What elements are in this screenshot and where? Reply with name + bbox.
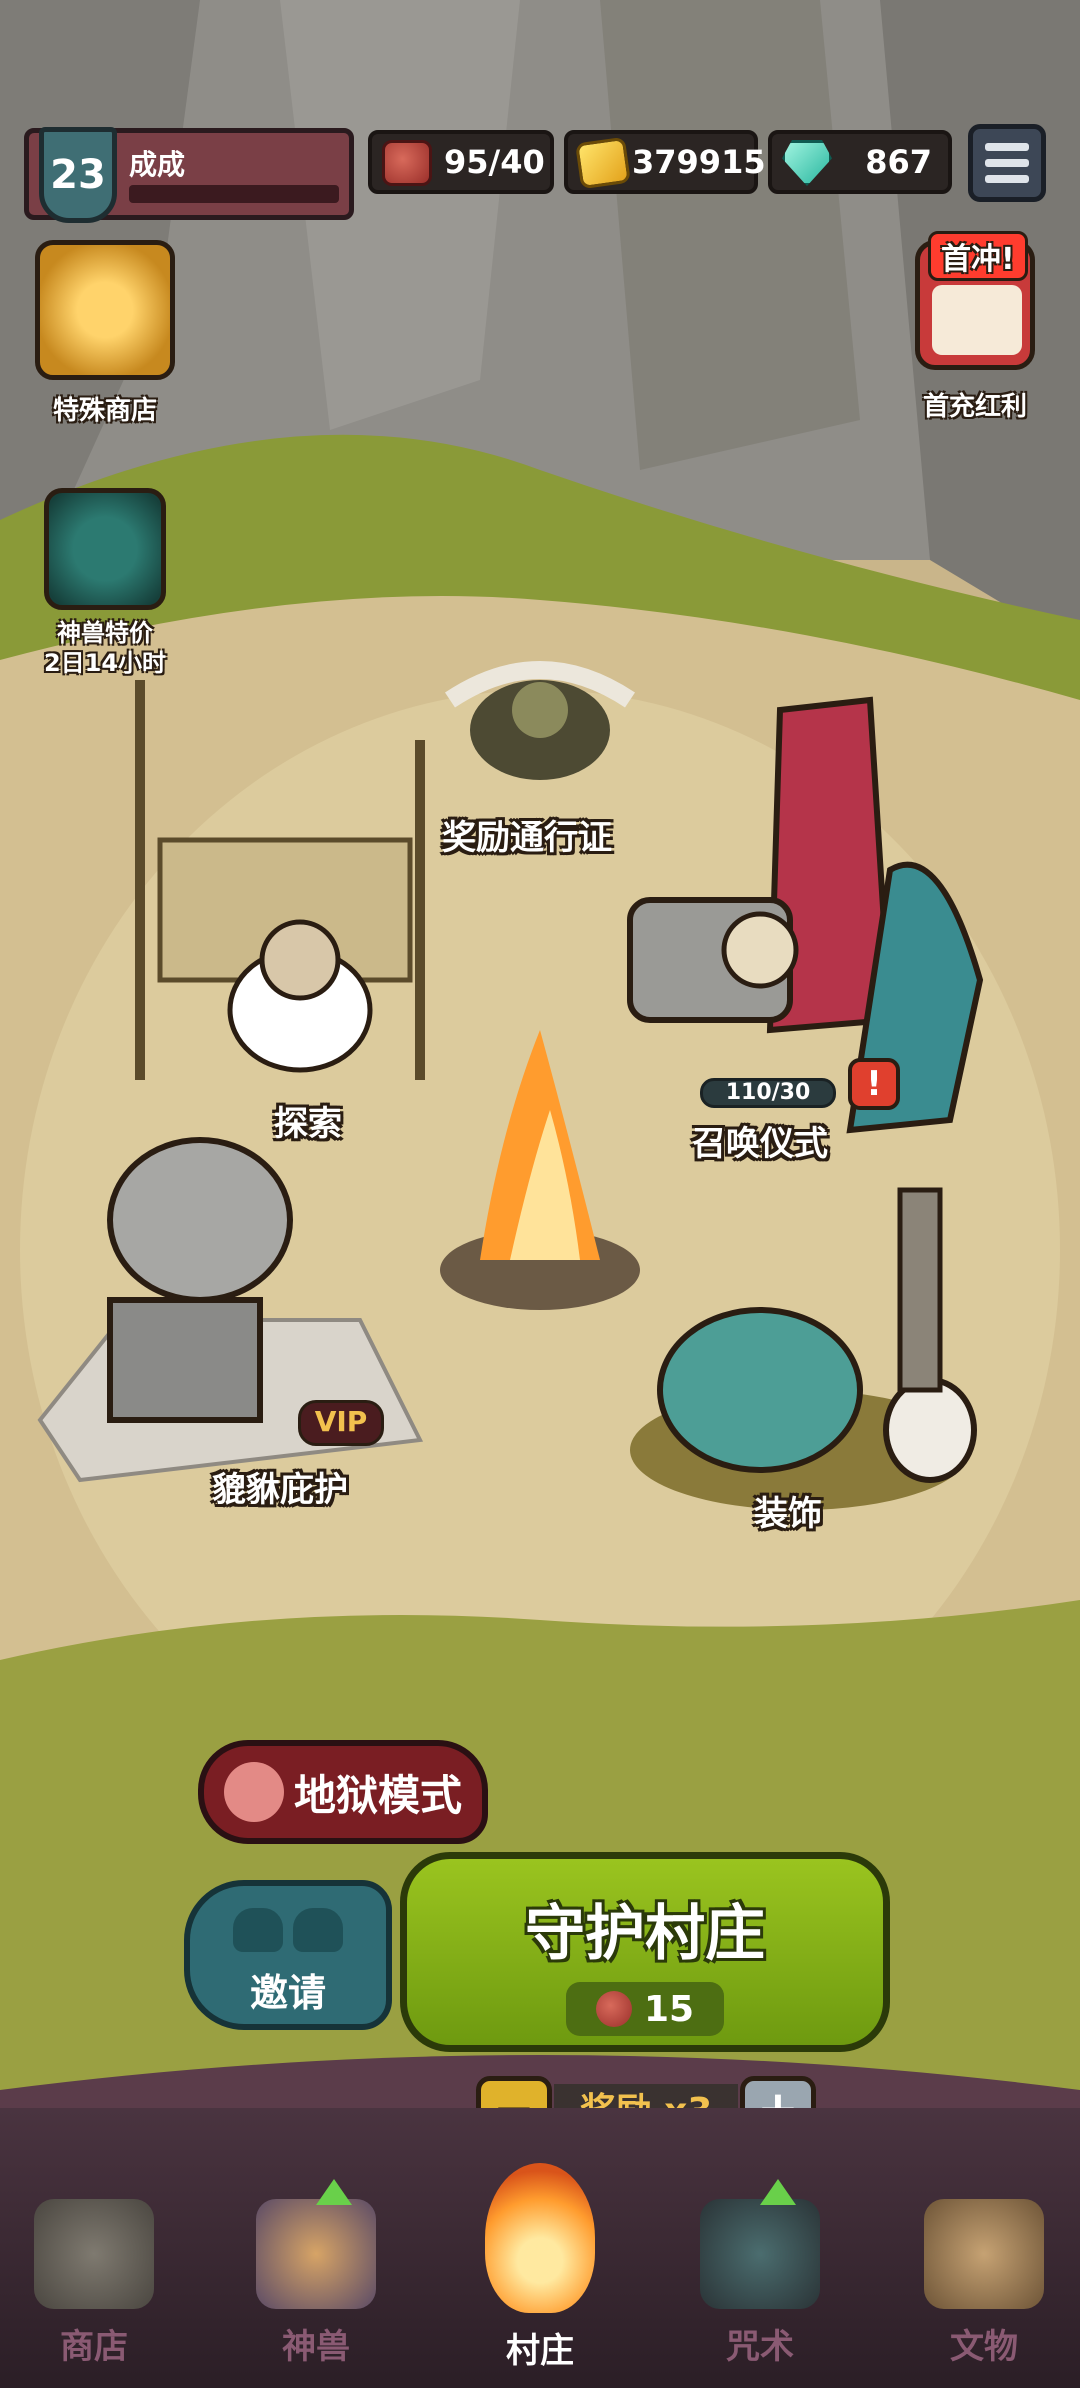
gold-resource[interactable]: 379915 xyxy=(564,130,766,194)
nav-village[interactable]: 村庄 xyxy=(450,2163,630,2372)
defend-label: 守护村庄 xyxy=(525,1899,765,1969)
decor-label[interactable]: 装饰 xyxy=(754,1486,822,1535)
meat-icon xyxy=(382,140,432,186)
scroll-icon xyxy=(924,2199,1044,2309)
player-name: 成成 xyxy=(129,148,186,181)
beast-deal-widget[interactable]: 神兽特价 2日14小时 xyxy=(30,488,180,678)
battle-pass-label[interactable]: 奖励通行证 xyxy=(442,810,612,859)
nav-relic-label: 文物 xyxy=(950,2327,1018,2367)
beast-deal-label: 神兽特价 xyxy=(57,619,153,647)
friends-icon xyxy=(233,1908,343,1958)
corgi-icon xyxy=(256,2179,376,2309)
player-card[interactable]: 23 成成 xyxy=(24,127,354,223)
summon-label[interactable]: 召唤仪式 xyxy=(692,1116,828,1165)
nav-beast[interactable]: 神兽 xyxy=(226,2179,406,2368)
bottom-nav: 商店 神兽 村庄 咒术 文物 xyxy=(0,2108,1080,2388)
defend-cost-value: 15 xyxy=(643,1988,695,2030)
summon-alert-icon: ! xyxy=(848,1058,900,1110)
defend-cost: 15 xyxy=(566,1982,724,2036)
gem-count: 867 xyxy=(865,143,932,181)
special-shop-label: 特殊商店 xyxy=(52,396,157,426)
upgrade-arrow-icon xyxy=(760,2179,796,2205)
menu-icon xyxy=(985,143,1029,151)
special-shop-widget[interactable]: 特殊商店 xyxy=(30,240,180,427)
nav-spell-label: 咒术 xyxy=(726,2327,794,2367)
nav-beast-label: 神兽 xyxy=(282,2327,350,2367)
invite-label: 邀请 xyxy=(249,1971,326,2015)
protect-label[interactable]: 貔貅庇护 xyxy=(212,1462,348,1511)
beast-deal-timer: 2日14小时 xyxy=(43,649,167,677)
level-badge: 23 xyxy=(39,127,117,223)
demon-head-icon xyxy=(223,1762,284,1822)
nav-relic[interactable]: 文物 xyxy=(894,2199,1074,2368)
gold-count: 379915 xyxy=(632,143,766,181)
top-hud: 23 成成 95/40 379915 867 xyxy=(0,110,1080,223)
summon-progress: 110/30 xyxy=(700,1078,836,1108)
first-charge-label: 首充红利 xyxy=(922,392,1027,422)
meat-icon xyxy=(595,1991,632,2027)
treasure-chest-icon xyxy=(35,240,175,380)
upgrade-arrow-icon xyxy=(316,2179,352,2205)
gem-icon xyxy=(782,140,832,186)
meat-resource[interactable]: 95/40 xyxy=(368,130,554,194)
spellbook-icon xyxy=(700,2179,820,2309)
nav-shop[interactable]: 商店 xyxy=(4,2199,184,2368)
first-charge-badge: 首冲! xyxy=(928,231,1028,281)
meat-count: 95/40 xyxy=(444,143,545,181)
explore-label[interactable]: 探索 xyxy=(274,1096,342,1145)
beast-portrait-icon xyxy=(44,488,166,610)
hell-mode-label: 地狱模式 xyxy=(293,1770,462,1820)
gem-resource[interactable]: 867 xyxy=(768,130,952,194)
nav-shop-label: 商店 xyxy=(60,2327,128,2367)
hell-mode-button[interactable]: 地狱模式 xyxy=(198,1740,488,1844)
invite-button[interactable]: 邀请 xyxy=(184,1880,392,2030)
ore-pile-icon xyxy=(34,2199,154,2309)
campfire-icon xyxy=(485,2163,595,2313)
nav-spell[interactable]: 咒术 xyxy=(670,2179,850,2368)
gift-envelope-icon: 首冲! xyxy=(915,231,1035,370)
menu-button[interactable] xyxy=(968,124,1046,202)
envelope-icon xyxy=(932,285,1022,355)
first-charge-widget[interactable]: 首冲! 首充红利 xyxy=(890,231,1060,423)
xp-bar xyxy=(129,185,339,203)
defend-village-button[interactable]: 守护村庄 15 xyxy=(400,1852,890,2052)
gold-icon xyxy=(575,136,631,190)
vip-badge: VIP xyxy=(298,1400,384,1446)
nav-village-label: 村庄 xyxy=(506,2331,574,2371)
